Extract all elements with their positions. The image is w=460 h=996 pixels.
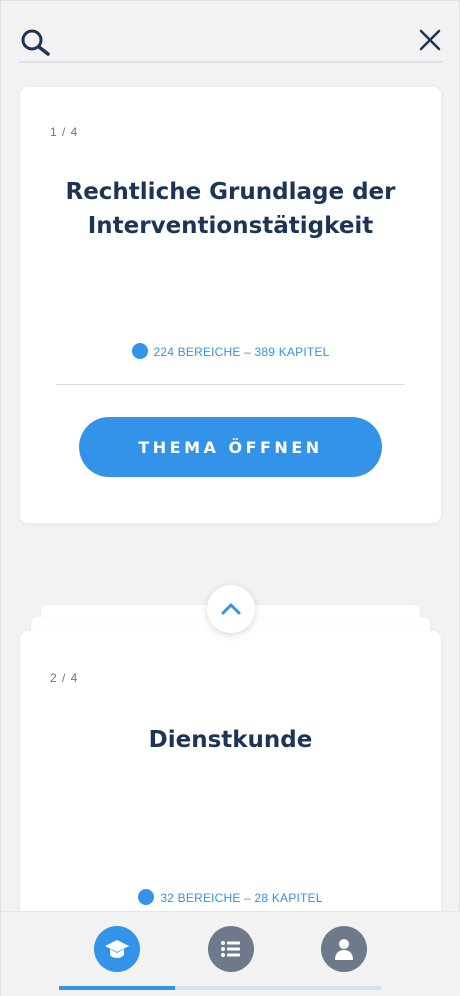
card-meta: 224 BEREICHE – 389 KAPITEL (20, 343, 441, 359)
card-meta-text: 224 BEREICHE – 389 KAPITEL (153, 345, 330, 359)
search-input[interactable] (63, 27, 403, 55)
card-title: Rechtliche Grundlage der Interventionstä… (65, 179, 396, 239)
nav-profile[interactable] (321, 926, 367, 972)
open-topic-button[interactable]: THEMA ÖFFNEN (79, 417, 382, 477)
search-bar (19, 21, 443, 63)
user-icon (335, 939, 353, 960)
card-meta-text: 32 BEREICHE – 28 KAPITEL (160, 891, 323, 905)
search-icon[interactable] (19, 27, 53, 57)
progress-dot-icon (131, 343, 148, 359)
close-icon[interactable] (417, 27, 443, 53)
nav-track (175, 986, 381, 990)
card-meta: 32 BEREICHE – 28 KAPITEL (20, 889, 441, 905)
nav-list[interactable] (208, 926, 254, 972)
nav-active-indicator (59, 986, 175, 990)
progress-dot-icon (138, 889, 155, 905)
chevron-up-icon (221, 603, 241, 615)
list-icon (221, 941, 240, 957)
app-frame: 1 / 4 Rechtliche Grundlage der Intervent… (0, 0, 460, 996)
nav-learn[interactable] (94, 926, 140, 972)
graduation-cap-icon (105, 940, 129, 958)
topic-card[interactable]: 2 / 4 Dienstkunde 32 BEREICHE – 28 KAPIT… (20, 631, 441, 931)
bottom-nav (1, 911, 460, 996)
scroll-up-button[interactable] (207, 585, 255, 633)
divider (56, 384, 405, 385)
topic-card: 1 / 4 Rechtliche Grundlage der Intervent… (20, 87, 441, 523)
card-counter: 1 / 4 (50, 125, 79, 139)
card-counter: 2 / 4 (50, 671, 79, 685)
card-title: Dienstkunde (148, 727, 313, 753)
